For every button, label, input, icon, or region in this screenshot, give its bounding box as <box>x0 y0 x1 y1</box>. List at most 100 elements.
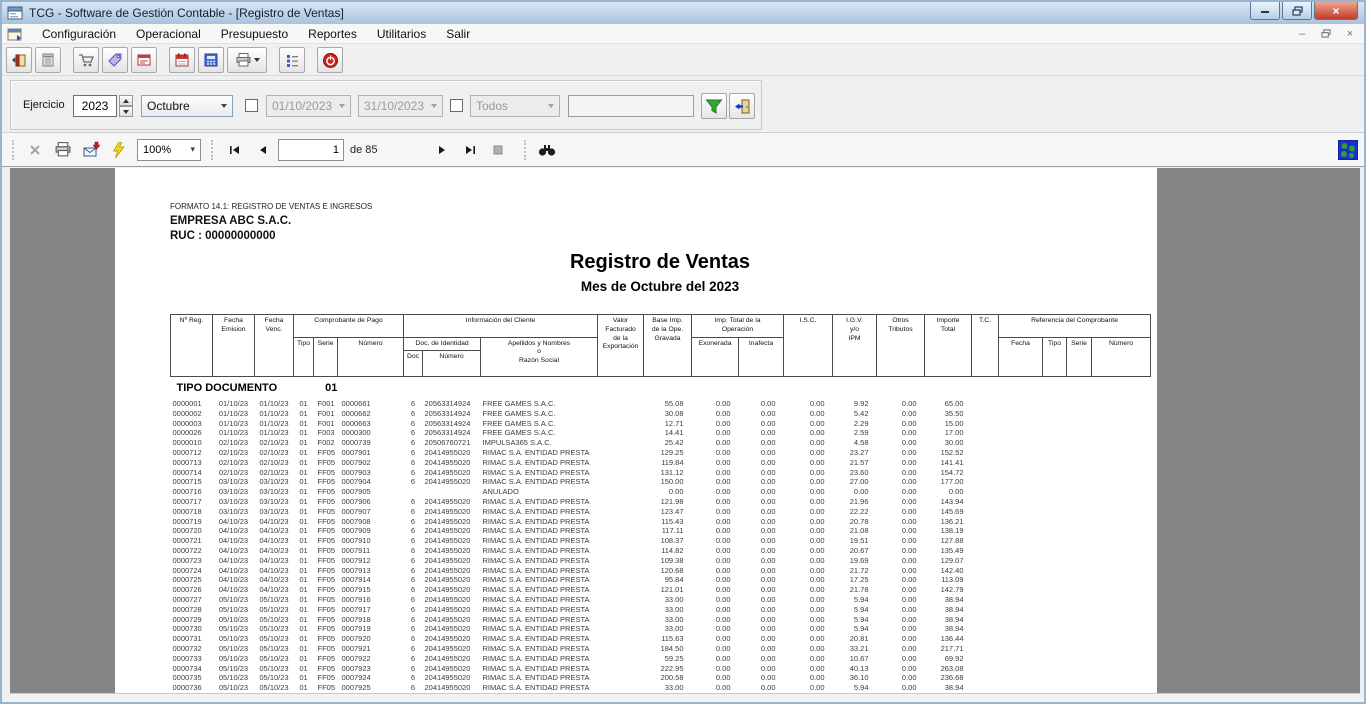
scope-select[interactable]: Todos <box>470 95 560 117</box>
menu-presupuesto[interactable]: Presupuesto <box>211 24 298 43</box>
nav-prev-icon <box>258 145 267 155</box>
table-row: 000072004/10/2304/10/2301FF0500079096204… <box>171 526 1151 536</box>
date-range-checkbox[interactable] <box>245 99 258 112</box>
table-row: 000072104/10/2304/10/2301FF0500079106204… <box>171 536 1151 546</box>
close-icon: × <box>1332 5 1339 17</box>
exit-module-button[interactable] <box>6 47 32 73</box>
col-tc: T.C. <box>972 315 999 377</box>
form-button[interactable] <box>131 47 157 73</box>
menu-bar: Configuración Operacional Presupuesto Re… <box>2 24 1364 44</box>
col-fecha-venc: Fecha Venc. <box>255 315 294 377</box>
print-button[interactable] <box>227 47 267 73</box>
chevron-down-icon: ▾ <box>190 144 195 155</box>
nav-next-button[interactable] <box>430 138 454 162</box>
table-row: 000072705/10/2305/10/2301FF0500079166204… <box>171 595 1151 605</box>
table-row: 000072905/10/2305/10/2301FF0500079186204… <box>171 615 1151 625</box>
date-from-select[interactable]: 01/10/2023 <box>266 95 351 117</box>
scope-checkbox[interactable] <box>450 99 463 112</box>
task-list-button[interactable] <box>279 47 305 73</box>
viewer-export-button[interactable] <box>79 138 103 162</box>
menu-operacional[interactable]: Operacional <box>126 24 211 43</box>
viewer-refresh-button[interactable] <box>107 138 131 162</box>
col-numero: Número <box>338 337 404 377</box>
table-row: 000073305/10/2305/10/2301FF0500079226204… <box>171 654 1151 664</box>
mdi-child-icon[interactable] <box>7 26 23 42</box>
col-base-imp: Base Imp. de la Ope. Gravada <box>644 315 692 377</box>
archive-button[interactable] <box>35 47 61 73</box>
stepper-down-icon[interactable] <box>119 106 133 117</box>
cart-button[interactable] <box>73 47 99 73</box>
calendar-button[interactable] <box>169 47 195 73</box>
stepper-up-icon[interactable] <box>119 95 133 106</box>
chevron-down-icon <box>221 104 227 108</box>
tag-button[interactable] <box>102 47 128 73</box>
print-icon <box>54 141 72 158</box>
year-stepper[interactable] <box>119 95 133 117</box>
col-importe-total: Importe Total <box>925 315 972 377</box>
nav-last-button[interactable] <box>458 138 482 162</box>
menu-salir[interactable]: Salir <box>436 24 480 43</box>
col-imp-total-op: Imp. Total de la Operación <box>692 315 784 338</box>
col-valor-facturado: Valor Facturado de la Exportación <box>598 315 644 377</box>
export-icon <box>82 141 100 158</box>
report-page: FORMATO 14.1: REGISTRO DE VENTAS E INGRE… <box>115 168 1157 702</box>
report-company: EMPRESA ABC S.A.C. <box>170 215 291 227</box>
printer-dropdown-icon[interactable] <box>254 58 260 62</box>
table-row: 000071202/10/2302/10/2301FF0500079016204… <box>171 448 1151 458</box>
col-doc-identidad: Doc. de Identidad <box>404 337 481 351</box>
exit-module-icon <box>11 52 28 69</box>
report-viewport[interactable]: FORMATO 14.1: REGISTRO DE VENTAS E INGRE… <box>10 168 1360 702</box>
close-filter-button[interactable] <box>729 93 755 119</box>
calculator-button[interactable] <box>198 47 224 73</box>
exit-app-button[interactable] <box>317 47 343 73</box>
table-row: 000071503/10/2303/10/2301FF0500079046204… <box>171 477 1151 487</box>
menu-utilitarios[interactable]: Utilitarios <box>367 24 436 43</box>
archive-icon <box>40 52 56 68</box>
calculator-icon <box>203 52 219 68</box>
nav-prev-button[interactable] <box>250 138 274 162</box>
report-format-label: FORMATO 14.1: REGISTRO DE VENTAS E INGRE… <box>170 202 372 211</box>
toolbar-grip[interactable] <box>211 140 214 160</box>
table-row: 000073105/10/2305/10/2301FF0500079206204… <box>171 634 1151 644</box>
toolbar-grip[interactable] <box>12 140 15 160</box>
toolbar-grip[interactable] <box>524 140 527 160</box>
power-icon <box>322 52 339 69</box>
col-tipo: Tipo <box>294 337 314 377</box>
col-fecha-emision: Fecha Emision <box>213 315 255 377</box>
close-button[interactable]: × <box>1314 2 1358 20</box>
restore-button[interactable] <box>1282 2 1312 20</box>
mdi-close-button[interactable]: × <box>1341 26 1359 42</box>
zoom-select[interactable]: 100% ▾ <box>137 139 201 161</box>
mdi-restore-button[interactable] <box>1317 26 1335 42</box>
menu-reportes[interactable]: Reportes <box>298 24 367 43</box>
horizontal-scrollbar[interactable] <box>10 693 1360 702</box>
table-row: 000072805/10/2305/10/2301FF0500079176204… <box>171 605 1151 615</box>
nav-last-icon <box>465 145 476 155</box>
ejercicio-label: Ejercicio <box>23 99 65 111</box>
viewer-close-button[interactable] <box>23 138 47 162</box>
exit-door-icon <box>734 98 751 115</box>
apply-filter-button[interactable] <box>701 93 727 119</box>
search-button[interactable] <box>535 138 559 162</box>
app-logo-icon <box>1338 140 1358 160</box>
stop-button[interactable] <box>486 138 510 162</box>
page-number-input[interactable] <box>278 139 344 161</box>
filter-panel: Ejercicio Octubre 01/10/2023 31/10/2023 <box>10 80 762 130</box>
table-row: 000002601/10/2301/10/2301F00300003006205… <box>171 428 1151 438</box>
minimize-button[interactable] <box>1250 2 1280 20</box>
mdi-minimize-button[interactable]: – <box>1293 26 1311 42</box>
month-select[interactable]: Octubre <box>141 95 233 117</box>
viewer-print-button[interactable] <box>51 138 75 162</box>
date-to-select[interactable]: 31/10/2023 <box>358 95 443 117</box>
col-otros-tributos: Otros Tributos <box>877 315 925 377</box>
search-input[interactable] <box>568 95 694 117</box>
table-row: 000001002/10/2302/10/2301F00200007396205… <box>171 438 1151 448</box>
nav-first-icon <box>229 145 240 155</box>
menu-configuracion[interactable]: Configuración <box>32 24 126 43</box>
table-row: 000073605/10/2305/10/2301FF0500079256204… <box>171 683 1151 693</box>
nav-first-button[interactable] <box>222 138 246 162</box>
col-doc: Doc <box>404 351 423 377</box>
year-input[interactable] <box>73 95 117 117</box>
col-comprobante: Comprobante de Pago <box>294 315 404 338</box>
form-icon <box>136 52 152 68</box>
